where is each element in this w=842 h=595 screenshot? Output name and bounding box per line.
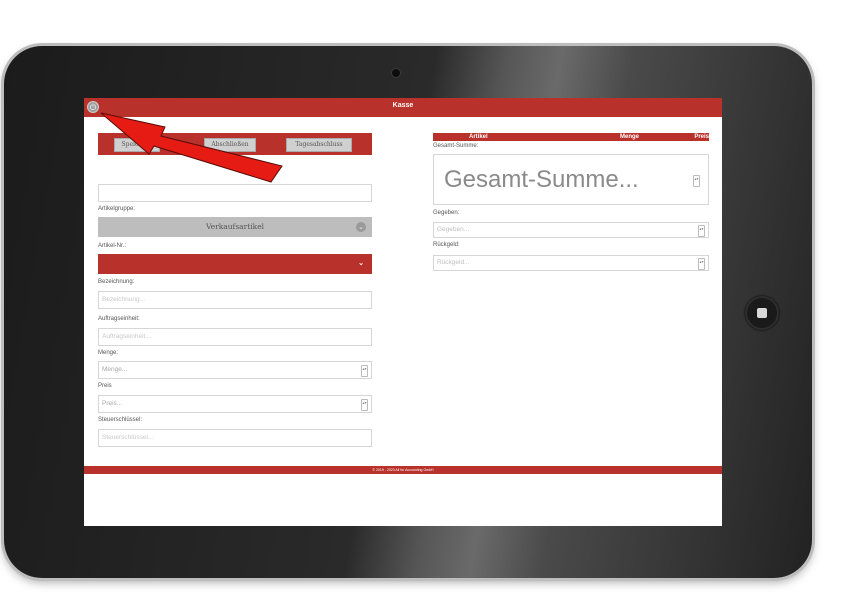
spinner-icon[interactable]: ▴▾ [361,365,368,377]
unit-input[interactable]: Auftragseinheit... [98,328,372,346]
total-label: Gesamt-Summe: [433,143,479,149]
change-placeholder: Rückgeld... [437,259,470,266]
toolbar: Speichern Abschließen Tagesabschluss [98,133,372,155]
change-input[interactable]: Rückgeld... ▴▾ [433,255,709,271]
chevron-down-icon: ⌄ [356,222,366,232]
given-label: Gegeben: [433,210,460,216]
name-input[interactable]: Bezeichnung... [98,291,372,309]
qty-placeholder: Menge... [102,366,128,373]
cart-header: Artikel Menge Preis [433,133,709,141]
col-qty: Menge [620,134,640,140]
app-screen: ⏻ Kasse Speichern Abschließen Tagesabsch… [84,98,722,526]
spinner-icon[interactable]: ▴▾ [698,258,705,270]
camera-icon [392,69,400,77]
close-button[interactable]: Abschließen [204,138,256,152]
save-button[interactable]: Speichern [114,138,160,152]
name-label: Bezeichnung: [98,279,135,285]
col-price: Preis [694,134,709,140]
tax-input[interactable]: Steuerschlüssel... [98,429,372,447]
tax-label: Steuerschlüssel: [98,417,143,423]
given-input[interactable]: Gegeben... ▴▾ [433,222,709,238]
scan-input[interactable] [98,184,372,202]
page-title: Kasse [392,102,414,109]
price-label: Preis [98,383,112,389]
chevron-down-icon: ⌄ [358,260,364,267]
home-button[interactable] [745,296,779,330]
article-no-label: Artikel-Nr.: [98,243,127,249]
article-no-select[interactable]: ⌄ [98,254,372,274]
total-field[interactable]: Gesamt-Summe... ▴▾ [433,154,709,205]
qty-label: Menge: [98,350,119,356]
unit-label: Auftragseinheit: [98,316,140,322]
footer: © 2019 - 2020 All for Accounting GmbH [84,466,722,474]
day-close-button[interactable]: Tagesabschluss [286,138,352,152]
spinner-icon[interactable]: ▴▾ [361,399,368,411]
group-select[interactable]: Verkaufsartikel ⌄ [98,217,372,237]
group-label: Artikelgruppe: [98,206,136,212]
qty-input[interactable]: Menge... ▴▾ [98,361,372,379]
price-placeholder: Preis... [102,400,123,407]
spinner-icon[interactable]: ▴▾ [693,175,700,187]
price-input[interactable]: Preis... ▴▾ [98,395,372,413]
given-placeholder: Gegeben... [437,226,470,233]
col-article: Artikel [469,134,488,140]
spinner-icon[interactable]: ▴▾ [698,225,705,237]
group-select-value: Verkaufsartikel [205,222,265,231]
total-placeholder: Gesamt-Summe... [444,166,639,193]
top-bar: ⏻ Kasse [84,98,722,117]
change-label: Rückgeld: [433,242,460,248]
